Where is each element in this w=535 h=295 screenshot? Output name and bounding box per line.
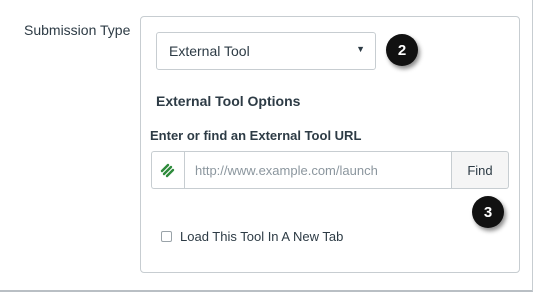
external-tool-url-group: Find [151,151,509,189]
new-tab-option: Load This Tool In A New Tab [161,229,343,244]
new-tab-checkbox[interactable] [161,231,172,242]
external-tool-options-heading: External Tool Options [156,93,301,109]
chevron-down-icon: ▼ [356,44,365,54]
submission-type-panel: External Tool ▼ External Tool Options En… [140,16,520,273]
submission-type-select[interactable]: External Tool ▼ [156,32,376,70]
callout-badge-3: 3 [472,196,504,228]
external-tool-url-label: Enter or find an External Tool URL [150,128,362,143]
assignment-form: Submission Type External Tool ▼ External… [0,0,533,292]
new-tab-checkbox-label[interactable]: Load This Tool In A New Tab [180,229,343,244]
find-button[interactable]: Find [452,151,509,189]
submission-type-label: Submission Type [24,22,131,38]
submission-type-selected-value: External Tool [169,43,250,59]
external-tool-url-input[interactable] [184,151,452,189]
callout-badge-2: 2 [386,34,418,66]
external-tool-icon [151,151,184,189]
